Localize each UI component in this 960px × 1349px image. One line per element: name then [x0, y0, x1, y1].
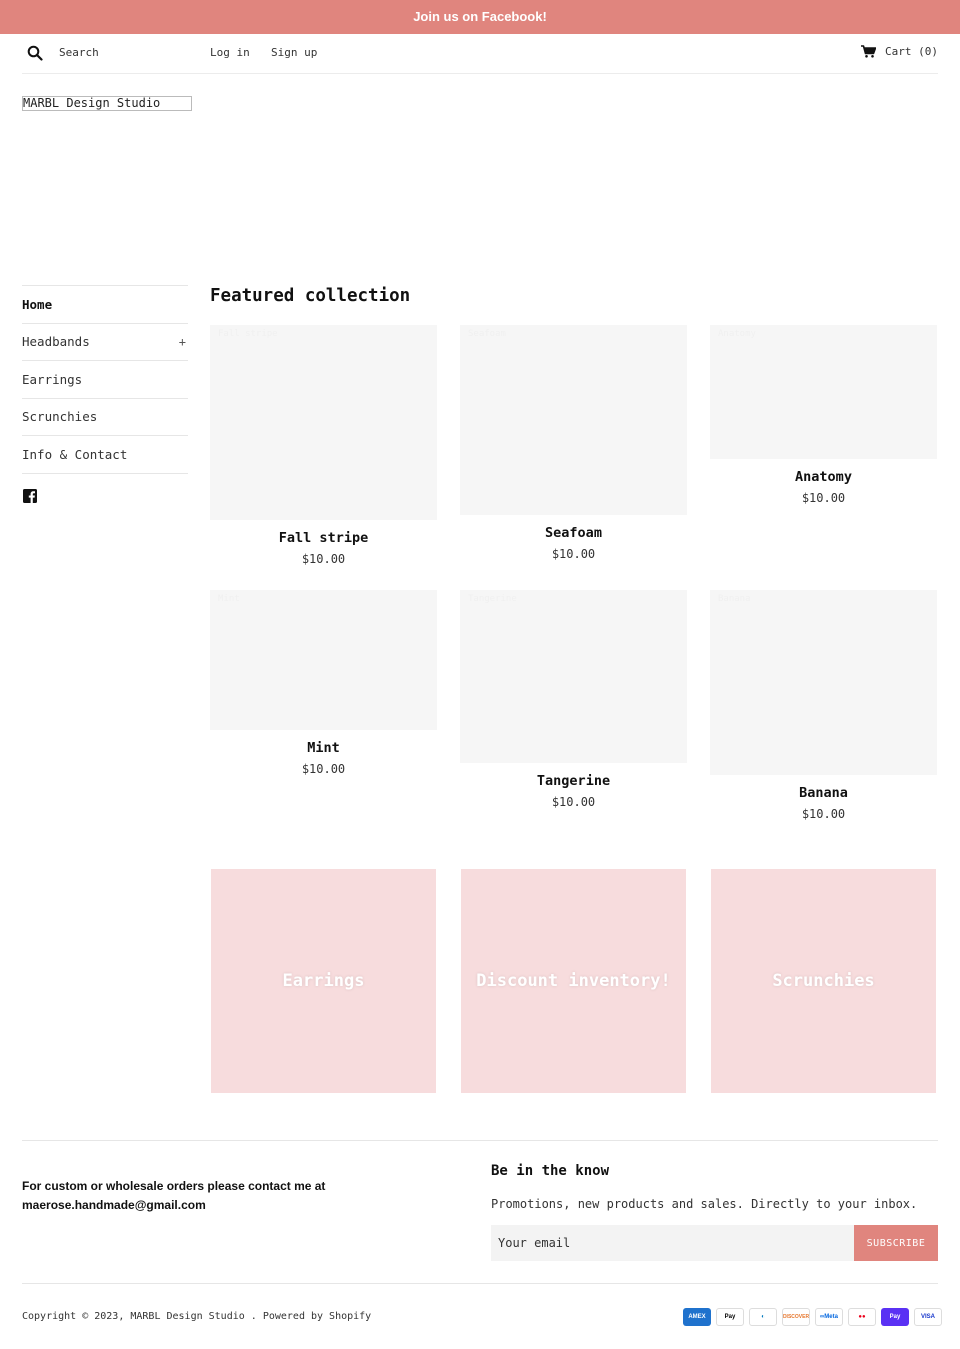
product-name[interactable]: Tangerine — [460, 773, 687, 789]
store-logo[interactable]: MARBL Design Studio — [22, 96, 192, 111]
search-input[interactable] — [59, 44, 199, 60]
footer-divider — [22, 1283, 938, 1284]
collection-tile-earrings[interactable]: Earrings — [211, 869, 436, 1093]
diners-club-icon: ◐ — [749, 1308, 777, 1326]
product-image[interactable]: Anatomy — [710, 325, 937, 459]
copyright-text: Copyright © 2023, MARBL Design Studio . … — [22, 1311, 372, 1322]
product-image-alt: Mint — [218, 594, 240, 604]
sidebar-item-label: Earrings — [22, 371, 83, 387]
product-card-anatomy[interactable]: Anatomy Anatomy $10.00 — [710, 325, 937, 505]
product-image-alt: Tangerine — [468, 594, 517, 604]
sidebar-item-scrunchies[interactable]: Scrunchies — [22, 399, 188, 436]
top-bar: Log in Sign up Cart (0) — [22, 34, 938, 74]
sidebar-item-info-contact[interactable]: Info & Contact — [22, 436, 188, 474]
announcement-bar[interactable]: Join us on Facebook! — [0, 0, 960, 34]
custom-orders-note: For custom or wholesale orders please co… — [22, 1179, 326, 1212]
product-image-alt: Seafoam — [468, 329, 506, 339]
signup-link[interactable]: Sign up — [271, 46, 317, 59]
sidebar-item-label: Headbands — [22, 334, 90, 350]
product-card-fall-stripe[interactable]: Fall stripe Fall stripe $10.00 — [210, 325, 437, 566]
cart-label: Cart (0) — [885, 45, 938, 58]
product-image-alt: Banana — [718, 594, 751, 604]
sidebar-item-headbands[interactable]: Headbands + — [22, 324, 188, 361]
newsletter-email-input[interactable] — [491, 1225, 854, 1261]
product-image-alt: Fall stripe — [218, 329, 278, 339]
product-name[interactable]: Banana — [710, 785, 937, 801]
american-express-icon: AMEX — [683, 1308, 711, 1326]
product-card-seafoam[interactable]: Seafoam Seafoam $10.00 — [460, 325, 687, 561]
product-name[interactable]: Fall stripe — [210, 530, 437, 546]
sidebar-nav: Home Headbands + Earrings Scrunchies Inf… — [22, 285, 188, 474]
visa-icon: VISA — [914, 1308, 942, 1326]
discover-icon: DISCOVER — [782, 1308, 810, 1326]
shop-pay-icon: Pay — [881, 1308, 909, 1326]
sidebar-item-earrings[interactable]: Earrings — [22, 361, 188, 399]
product-image[interactable]: Tangerine — [460, 590, 687, 763]
newsletter-title: Be in the know — [491, 1163, 610, 1179]
product-name[interactable]: Seafoam — [460, 525, 687, 541]
product-price: $10.00 — [301, 762, 346, 776]
sidebar-item-label: Home — [22, 296, 53, 312]
collection-tile-label: Discount inventory! — [476, 971, 671, 991]
product-image[interactable]: Fall stripe — [210, 325, 437, 520]
login-link[interactable]: Log in — [210, 46, 250, 59]
product-name[interactable]: Mint — [210, 740, 437, 756]
product-price: $10.00 — [801, 491, 846, 505]
product-image[interactable]: Seafoam — [460, 325, 687, 515]
facebook-icon[interactable] — [23, 489, 37, 503]
product-name[interactable]: Anatomy — [710, 469, 937, 485]
search-icon[interactable] — [27, 45, 43, 61]
apple-pay-icon: Pay — [716, 1308, 744, 1326]
collection-tile-label: Scrunchies — [772, 971, 875, 991]
product-price: $10.00 — [301, 552, 346, 566]
footer-divider — [22, 1140, 938, 1141]
product-image[interactable]: Mint — [210, 590, 437, 730]
meta-pay-icon: ∞Meta — [815, 1308, 843, 1326]
newsletter-subtitle: Promotions, new products and sales. Dire… — [491, 1197, 918, 1211]
collection-tile-label: Earrings — [282, 971, 365, 991]
product-price: $10.00 — [551, 795, 596, 809]
cart-icon — [861, 45, 877, 58]
product-card-tangerine[interactable]: Tangerine Tangerine $10.00 — [460, 590, 687, 809]
sidebar-item-label: Scrunchies — [22, 409, 98, 425]
product-price: $10.00 — [801, 807, 846, 821]
payment-icons: AMEX Pay ◐ DISCOVER ∞Meta ●● Pay VISA — [683, 1308, 942, 1326]
subscribe-button[interactable]: SUBSCRIBE — [854, 1225, 938, 1261]
sidebar-item-home[interactable]: Home — [22, 286, 188, 324]
expand-plus-icon[interactable]: + — [179, 335, 188, 349]
collection-tile-discount-inventory[interactable]: Discount inventory! — [461, 869, 686, 1093]
sidebar-item-label: Info & Contact — [22, 446, 128, 462]
featured-collection-title: Featured collection — [210, 286, 411, 306]
announcement-text[interactable]: Join us on Facebook! — [413, 9, 547, 24]
mastercard-icon: ●● — [848, 1308, 876, 1326]
product-card-banana[interactable]: Banana Banana $10.00 — [710, 590, 937, 821]
collection-tile-scrunchies[interactable]: Scrunchies — [711, 869, 936, 1093]
product-image-alt: Anatomy — [718, 329, 756, 339]
cart-link[interactable]: Cart (0) — [861, 45, 938, 58]
product-price: $10.00 — [551, 547, 596, 561]
product-image[interactable]: Banana — [710, 590, 937, 775]
product-card-mint[interactable]: Mint Mint $10.00 — [210, 590, 437, 776]
